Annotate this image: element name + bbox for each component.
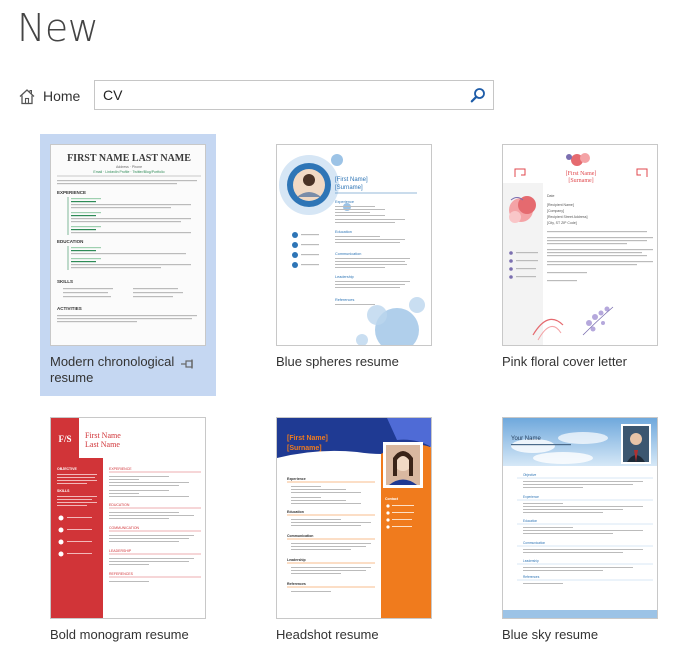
thumb-section: Experience xyxy=(523,495,539,499)
template-thumbnail: FIRST NAME LAST NAME Address · Phone Ema… xyxy=(50,144,206,346)
thumb-contact: Email · LinkedIn Profile · Twitter/Blog/… xyxy=(93,170,164,174)
page-title: New xyxy=(17,6,99,50)
thumb-section: OBJECTIVE xyxy=(57,467,78,471)
template-tile-headshot-resume[interactable]: [First Name] [Surname] Experience Educat… xyxy=(266,407,442,669)
template-thumbnail: [First Name] [Surname] Experience Educat… xyxy=(276,144,432,346)
thumb-name: [First Name] xyxy=(287,435,328,442)
thumb-name: First Name xyxy=(85,431,121,440)
template-tile-pink-floral-cover-letter[interactable]: [First Name] [Surname] Date [Recipient N… xyxy=(492,134,668,396)
thumb-section: SKILLS xyxy=(57,489,70,493)
thumb-recipient: [Recipient Name] xyxy=(547,203,574,207)
template-label: Headshot resume xyxy=(276,627,379,642)
thumb-sub: Address · Phone xyxy=(116,165,142,169)
thumb-surname: [Surname] xyxy=(287,445,322,452)
home-link[interactable]: Home xyxy=(18,84,80,108)
pin-icon[interactable] xyxy=(180,357,196,369)
template-tile-blue-spheres-resume[interactable]: [First Name] [Surname] Experience Educat… xyxy=(266,134,442,396)
thumb-section: Education xyxy=(287,510,304,514)
thumb-section: EXPERIENCE xyxy=(109,467,132,471)
template-thumbnail: [First Name] [Surname] Experience Educat… xyxy=(276,417,432,619)
home-label: Home xyxy=(43,88,81,104)
thumb-section: Education xyxy=(335,230,352,234)
thumb-section: Experience xyxy=(287,477,306,481)
template-label: Modern chronological resume xyxy=(50,354,175,385)
thumb-section: Communication xyxy=(287,534,313,538)
thumb-surname: [Surname] xyxy=(335,185,363,191)
thumb-name: FIRST NAME LAST NAME xyxy=(67,153,191,164)
thumb-section: Education xyxy=(523,519,537,523)
search-box xyxy=(94,80,494,110)
thumb-section: Experience xyxy=(335,200,354,204)
thumb-surname: Last Name xyxy=(85,440,120,449)
search-icon xyxy=(470,88,485,103)
thumb-section: COMMUNICATION xyxy=(109,526,140,530)
search-input[interactable] xyxy=(95,81,463,109)
thumb-company: [Company] xyxy=(547,209,564,213)
thumb-section: Leadership xyxy=(523,559,539,563)
thumb-section: ACTIVITIES xyxy=(57,306,82,311)
thumb-section: EXPERIENCE xyxy=(57,190,86,195)
template-tile-bold-monogram-resume[interactable]: F/S First Name Last Name OBJECTIVE SKILL… xyxy=(40,407,216,669)
thumb-name: [First Name] xyxy=(566,171,597,177)
template-label: Bold monogram resume xyxy=(50,627,189,642)
thumb-section: Objective xyxy=(523,473,537,477)
thumb-name: [First Name] xyxy=(335,177,368,183)
thumb-section: EDUCATION xyxy=(57,239,83,244)
thumb-line: [City, ST ZIP Code] xyxy=(547,221,577,225)
thumb-section: SKILLS xyxy=(57,279,73,284)
thumb-section: References xyxy=(335,298,355,302)
template-thumbnail: [First Name] [Surname] Date [Recipient N… xyxy=(502,144,658,346)
thumb-section: Communication xyxy=(523,541,545,545)
template-label: Blue spheres resume xyxy=(276,354,399,369)
thumb-section: Communication xyxy=(335,252,361,256)
template-tile-modern-chronological-resume[interactable]: FIRST NAME LAST NAME Address · Phone Ema… xyxy=(40,134,216,396)
thumb-contact-heading: Contact xyxy=(385,497,399,501)
template-tile-blue-sky-resume[interactable]: Your Name Objective Experience Education… xyxy=(492,407,668,669)
search-button[interactable] xyxy=(463,81,493,109)
thumb-section: EDUCATION xyxy=(109,503,130,507)
template-thumbnail: Your Name Objective Experience Education… xyxy=(502,417,658,619)
template-label: Blue sky resume xyxy=(502,627,599,642)
thumb-section: References xyxy=(523,575,540,579)
thumb-name: Your Name xyxy=(511,436,541,442)
template-label: Pink floral cover letter xyxy=(502,354,627,369)
thumb-section: Leadership xyxy=(335,275,354,279)
thumb-section: REFERENCES xyxy=(109,572,134,576)
thumb-initials: F/S xyxy=(58,434,71,444)
thumb-section: LEADERSHIP xyxy=(109,549,132,553)
home-icon xyxy=(18,88,36,105)
thumb-surname: [Surname] xyxy=(568,178,593,184)
thumb-line: [Recipient Street Address] xyxy=(547,215,587,219)
thumb-section: Leadership xyxy=(287,558,306,562)
template-thumbnail: F/S First Name Last Name OBJECTIVE SKILL… xyxy=(50,417,206,619)
thumb-section: References xyxy=(287,582,306,586)
thumb-date: Date xyxy=(547,194,554,198)
